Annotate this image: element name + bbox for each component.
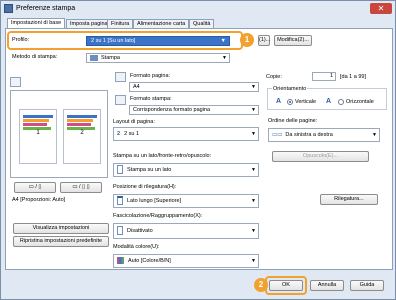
close-button[interactable]: ✕ <box>370 3 392 14</box>
page-content-bars <box>23 115 53 131</box>
preview-page-1: 1 <box>19 109 57 164</box>
preview-toggle-icon[interactable] <box>10 77 21 87</box>
page-order-icon: ▭▭ <box>272 132 283 138</box>
page-content-bars <box>67 115 97 131</box>
portrait-label: Verticale <box>295 99 317 105</box>
title-bar: Preferenze stampa ✕ <box>1 1 395 17</box>
output-size-label: Formato stampa: <box>130 96 172 102</box>
color-mode-value: Auto [Colore/B/N] <box>128 258 171 264</box>
page-order-value: Da sinistra a destra <box>285 132 333 138</box>
output-size-select[interactable]: Corrispondenza formato pagina ▼ <box>129 105 259 115</box>
chevron-down-icon: ▼ <box>372 132 377 138</box>
edit-profile-button[interactable]: Modifica(2)... <box>274 35 312 46</box>
single-page-icon <box>117 165 123 175</box>
profile-label: Profilo: <box>12 37 30 43</box>
layout-value: 2 su 1 <box>124 131 140 137</box>
copies-label: Copie: <box>266 74 282 80</box>
copies-range: [da 1 a 99] <box>340 74 366 80</box>
landscape-label: Orizzontale <box>346 99 374 105</box>
booklet-button[interactable]: Opuscolo(E)... <box>272 151 369 162</box>
page-number: 2 <box>80 130 84 136</box>
binding-edge-icon <box>117 196 123 206</box>
tab-finishing[interactable]: Finitura <box>107 19 134 28</box>
help-button[interactable]: Guida <box>350 280 384 291</box>
color-mode-label: Modalità colore(U): <box>113 244 160 250</box>
preview-duplex-button[interactable]: ▭ / ▯ ▯ <box>60 182 102 193</box>
tab-paper-source[interactable]: Alimentazione carta <box>133 19 190 28</box>
duplex-select[interactable]: Stampa su un lato ▼ <box>113 163 259 177</box>
portrait-icon: A <box>276 98 282 105</box>
color-mode-select[interactable]: Auto [Colore/B/N] ▼ <box>113 254 259 268</box>
collate-value: Disattivato <box>127 228 153 234</box>
output-size-value: Corrispondenza formato pagina <box>133 107 211 113</box>
duplex-value: Stampa su un lato <box>127 167 172 173</box>
cancel-button[interactable]: Annulla <box>310 280 344 291</box>
page-size-icon <box>115 72 126 82</box>
window-title: Preferenze stampa <box>16 5 76 12</box>
layout-label: Layout di pagina: <box>113 119 155 125</box>
portrait-radio[interactable] <box>287 99 293 105</box>
duplex-label: Stampa su un lato/fronte-retro/opuscolo: <box>113 153 212 159</box>
chevron-down-icon: ▼ <box>251 131 256 137</box>
chevron-down-icon: ▼ <box>251 258 256 264</box>
output-method-value: Stampa <box>101 55 120 61</box>
output-method-label: Metodo di stampa: <box>12 54 58 60</box>
layout-select[interactable]: 22 su 1 ▼ <box>113 127 259 141</box>
tab-quality[interactable]: Qualità <box>189 19 215 28</box>
profile-select[interactable]: 2 su 1 [Su un lato] ▼ <box>86 36 230 46</box>
chevron-down-icon: ▼ <box>251 84 256 90</box>
profile-value: 2 su 1 [Su un lato] <box>91 38 136 44</box>
chevron-down-icon: ▼ <box>251 198 256 204</box>
ok-button[interactable]: OK <box>269 280 303 291</box>
preview-page-orient-button[interactable]: ▭ / ▯ <box>14 182 56 193</box>
preview-caption: A4 [Proporzioni: Auto] <box>12 197 66 203</box>
layout-icon: 2 <box>117 131 121 137</box>
page-size-label: Formato pagina: <box>130 73 171 79</box>
chevron-down-icon: ▼ <box>220 38 226 44</box>
chevron-down-icon: ▼ <box>222 55 227 61</box>
show-settings-button[interactable]: Visualizza impostazioni <box>13 223 109 234</box>
page-number: 1 <box>36 130 40 136</box>
preview-page-2: 2 <box>63 109 101 164</box>
page-size-value: A4 <box>133 84 140 90</box>
restore-defaults-button[interactable]: Ripristina impostazioni predefinite <box>13 236 109 247</box>
orientation-label: Orientamento <box>272 86 308 92</box>
chevron-down-icon: ▼ <box>251 107 256 113</box>
collate-select[interactable]: Disattivato ▼ <box>113 223 259 239</box>
binding-select[interactable]: Lato lungo [Superiore] ▼ <box>113 194 259 208</box>
printer-icon <box>4 4 13 13</box>
chevron-down-icon: ▼ <box>251 228 256 234</box>
profile-partial-button[interactable]: (1)... <box>258 35 270 46</box>
binding-button[interactable]: Rilegatura... <box>320 194 378 205</box>
printer-icon <box>90 54 98 61</box>
page-order-select[interactable]: ▭▭ Da sinistra a destra ▼ <box>268 128 380 142</box>
layout-preview: 1 2 <box>10 90 108 178</box>
binding-value: Lato lungo [Superiore] <box>127 198 182 204</box>
collate-label: Fascicolazione/Raggruppamento(X): <box>113 213 203 219</box>
color-icon <box>117 257 124 265</box>
page-size-select[interactable]: A4 ▼ <box>129 82 259 92</box>
output-size-icon <box>115 95 126 105</box>
output-method-select[interactable]: Stampa ▼ <box>86 53 230 63</box>
page-order-label: Ordine delle pagine: <box>268 118 318 124</box>
stack-icon <box>117 226 123 236</box>
tab-page-setup[interactable]: Imposta pagina <box>66 19 112 28</box>
copies-spinner[interactable]: 1 <box>312 72 336 81</box>
callout-1: 1 <box>240 33 254 47</box>
chevron-down-icon: ▼ <box>251 167 256 173</box>
landscape-icon: A <box>326 98 332 105</box>
copies-value: 1 <box>329 73 333 79</box>
binding-label: Posizione di rilegatura(H): <box>113 184 177 190</box>
landscape-radio[interactable] <box>338 99 344 105</box>
